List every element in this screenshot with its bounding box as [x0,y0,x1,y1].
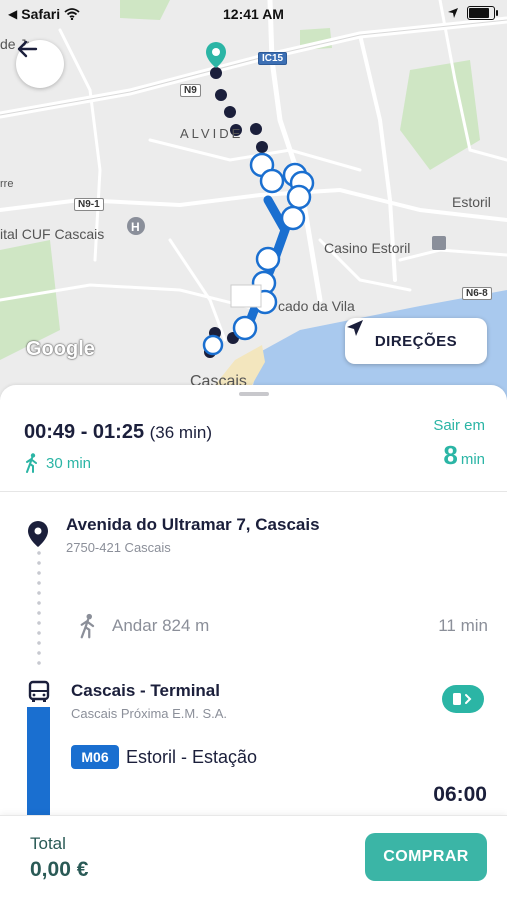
walk-total: 30 min [24,453,91,473]
departure-time: 06:00 [433,783,487,806]
origin-title: Avenida do Ultramar 7, Cascais [66,515,320,534]
directions-button[interactable]: DIREÇÕES [345,318,487,364]
trip-sheet[interactable]: 00:49 - 01:25 (36 min) 30 min Sair em 8m… [0,385,507,815]
origin-subtitle: 2750-421 Cascais [66,540,171,555]
walk-total-text: 30 min [46,454,92,472]
bus-line-badge: M06 [71,745,119,769]
svg-text:H: H [131,220,140,234]
road-badge-n9: N9 [180,84,201,97]
status-time: 12:41 AM [223,6,284,22]
trip-summary: 00:49 - 01:25 (36 min) 30 min Sair em 8m… [0,385,507,492]
road-badge-n6-8: N6-8 [462,287,492,300]
map-label-casino: Casino Estoril [324,240,411,256]
leave-value-wrap: 8 min [433,440,485,471]
bus-line-destination: Estoril - Estação [126,747,258,767]
bus-stop-title: Cascais - Terminal [71,681,220,700]
walking-icon [26,453,37,473]
bus-route-line [27,707,50,815]
total-value: 0,00 € [30,858,89,881]
leave-value: 8 [443,440,458,470]
walk-step-duration: 11 min [438,616,488,635]
walking-icon [80,613,95,639]
map-label-estoril: Estoril [452,194,491,210]
road-badge-ic15: IC15 [258,52,288,65]
walk-step-label: Andar 824 m [112,616,210,635]
back-button[interactable] [16,40,64,88]
location-arrow-icon [448,8,458,18]
google-attribution: Google [26,338,95,360]
map-label-partial: rre [0,178,14,190]
arrow-left-icon [17,40,38,58]
map-label-hospital: ital CUF Cascais [0,226,105,242]
leave-in: Sair em 8 min [433,417,485,471]
ticket-button[interactable] [442,685,484,713]
route-map[interactable]: H de Jus ALVIDE Estoril ital CUF Cascais… [0,0,507,400]
purchase-footer: Total 0,00 € COMPRAR [0,815,507,901]
walk-dotted-line [37,548,41,666]
ticket-chevron-icon [453,693,472,705]
bus-icon [24,677,54,707]
trip-times: 00:49 - 01:25 (36 min) [24,421,212,444]
leave-unit: min [460,451,485,468]
status-bar: ◀ Safari 12:41 AM [0,0,507,28]
total-label: Total [30,834,66,853]
bus-operator: Cascais Próxima E.M. S.A. [71,706,228,721]
walk-step: Andar 824 m 11 min [78,613,488,639]
buy-button[interactable]: COMPRAR [365,833,487,881]
directions-label: DIREÇÕES [374,332,458,350]
origin-pin-icon [28,521,48,547]
trip-duration: (36 min) [149,423,212,442]
map-label-mercado: cado da Vila [278,298,355,314]
map-label-alvide: ALVIDE [180,126,244,141]
road-badge-n9-1: N9-1 [74,198,104,211]
trip-time-range: 00:49 - 01:25 [24,421,145,443]
battery-icon [467,6,498,20]
leave-label: Sair em [433,417,485,434]
navigation-arrow-icon [347,320,363,336]
